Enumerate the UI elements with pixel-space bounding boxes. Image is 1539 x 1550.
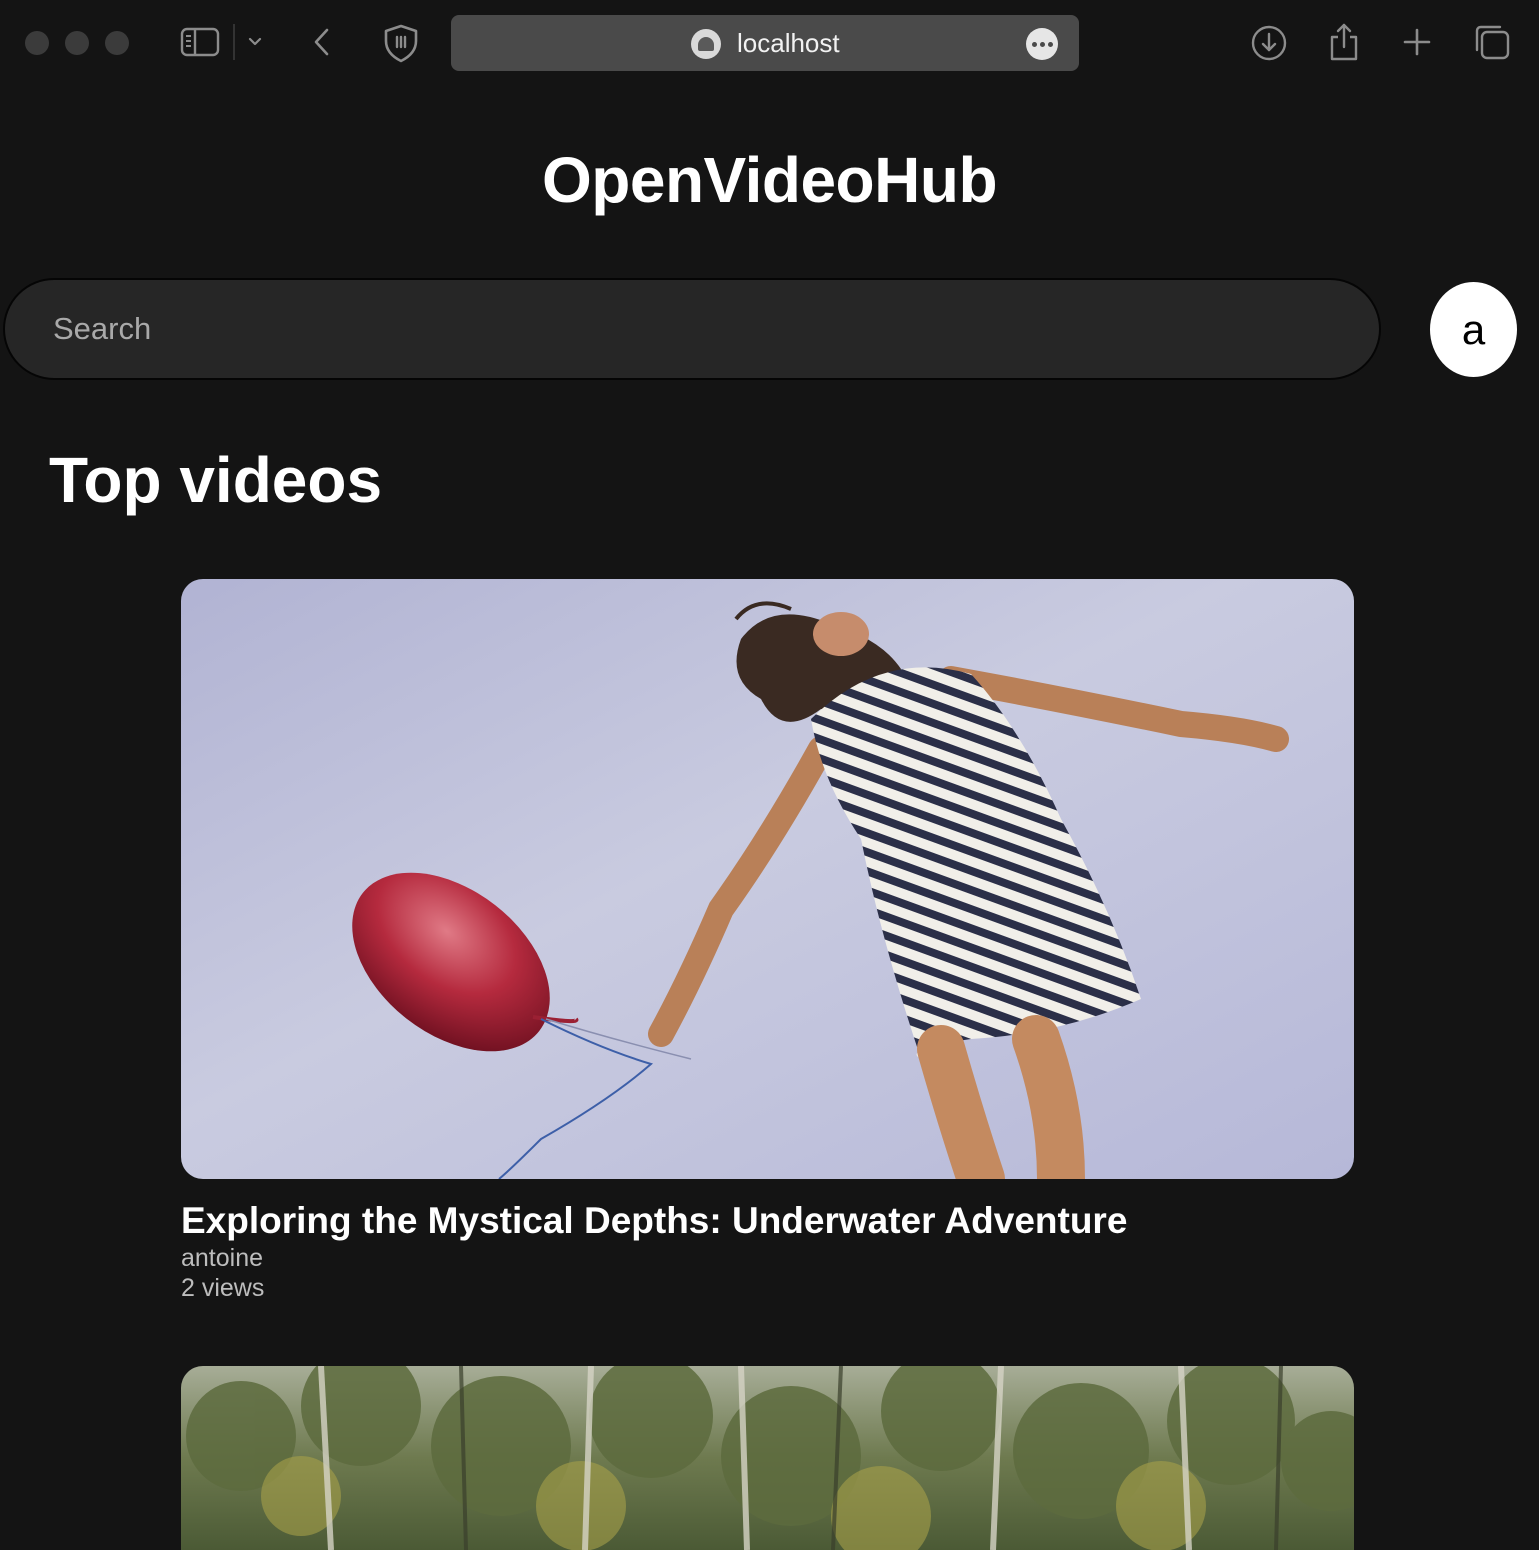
section-title: Top videos bbox=[49, 444, 383, 516]
zoom-window-button[interactable] bbox=[105, 31, 129, 55]
video-title[interactable]: Exploring the Mystical Depths: Underwate… bbox=[181, 1179, 1354, 1243]
privacy-shield-icon[interactable] bbox=[380, 22, 422, 64]
new-tab-plus-icon[interactable] bbox=[1401, 26, 1433, 58]
minimize-window-button[interactable] bbox=[65, 31, 89, 55]
user-avatar[interactable]: a bbox=[1430, 282, 1517, 377]
address-text: localhost bbox=[737, 28, 840, 58]
search-input[interactable] bbox=[3, 278, 1381, 380]
browser-toolbar: localhost bbox=[0, 0, 1539, 86]
video-author[interactable]: antoine bbox=[181, 1243, 1354, 1273]
close-window-button[interactable] bbox=[25, 31, 49, 55]
site-title[interactable]: OpenVideoHub bbox=[0, 140, 1539, 220]
toolbar-divider bbox=[233, 24, 235, 60]
tab-overview-icon[interactable] bbox=[1472, 22, 1512, 62]
back-arrow-icon[interactable] bbox=[308, 24, 336, 60]
sidebar-toggle-icon[interactable] bbox=[178, 24, 222, 60]
download-icon[interactable] bbox=[1249, 23, 1289, 63]
more-options-icon[interactable] bbox=[1026, 28, 1058, 60]
address-bar[interactable]: localhost bbox=[451, 15, 1079, 71]
video-card[interactable] bbox=[181, 1366, 1354, 1550]
share-icon[interactable] bbox=[1326, 20, 1362, 64]
avatar-letter: a bbox=[1461, 305, 1486, 353]
video-views: 2 views bbox=[181, 1274, 265, 1302]
video-thumbnail[interactable] bbox=[181, 1366, 1354, 1550]
video-thumbnail[interactable] bbox=[181, 579, 1354, 1179]
site-favicon-icon bbox=[691, 29, 721, 59]
video-card[interactable]: Exploring the Mystical Depths: Underwate… bbox=[181, 579, 1354, 1303]
chevron-down-icon[interactable] bbox=[244, 30, 266, 54]
